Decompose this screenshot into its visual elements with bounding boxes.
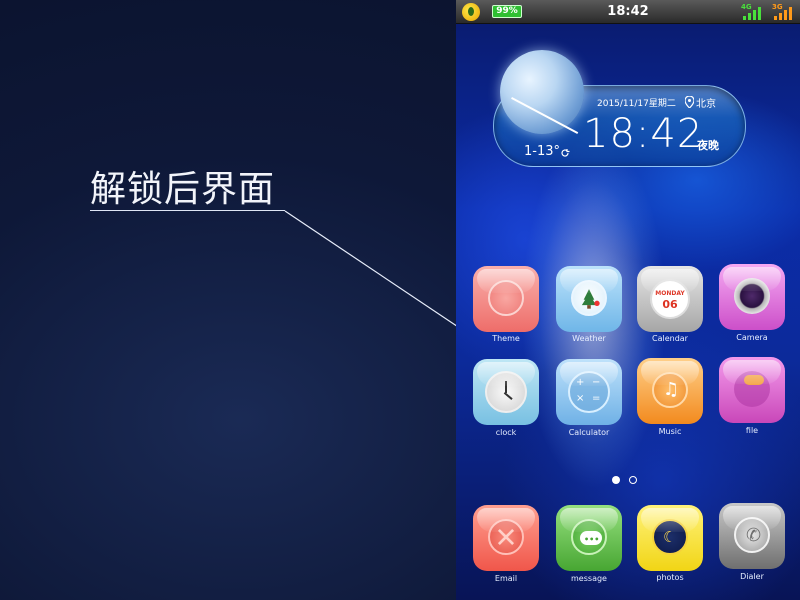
widget-date: 2015/11/17星期二 bbox=[597, 99, 676, 109]
camera-icon bbox=[734, 278, 770, 314]
app-label-calendar: Calendar bbox=[652, 334, 688, 343]
email-icon bbox=[488, 519, 524, 555]
calculator-app-icon[interactable]: + − × = bbox=[556, 359, 622, 425]
theme-app-icon[interactable] bbox=[473, 266, 539, 332]
weather-icon bbox=[571, 280, 607, 316]
photos-icon: ☾ bbox=[652, 519, 688, 555]
app-label-message: message bbox=[571, 574, 607, 583]
file-icon bbox=[734, 371, 770, 407]
file-app-icon[interactable] bbox=[719, 357, 785, 423]
app-label-calculator: Calculator bbox=[568, 428, 610, 437]
network-4g-label: 4G bbox=[741, 3, 752, 11]
widget-period: 夜晚 bbox=[697, 139, 719, 152]
status-bar: 99% 18:42 4G 3G bbox=[456, 0, 800, 24]
email-app-icon[interactable] bbox=[473, 505, 539, 571]
calendar-day: 06 bbox=[662, 298, 678, 311]
signal-3g-icon: 3G bbox=[772, 3, 796, 21]
app-label-camera: Camera bbox=[736, 333, 768, 342]
location-pin-icon bbox=[685, 96, 694, 108]
calendar-app-icon[interactable]: MONDAY 06 bbox=[637, 266, 703, 332]
page-indicator-1[interactable] bbox=[612, 476, 620, 484]
dialer-app-icon[interactable]: ✆ bbox=[719, 503, 785, 569]
annotation-underline bbox=[90, 210, 285, 211]
music-app-icon[interactable]: ♫ bbox=[637, 358, 703, 424]
signal-4g-icon: 4G bbox=[741, 3, 765, 21]
photos-app-icon[interactable]: ☾ bbox=[637, 505, 703, 571]
app-label-theme: Theme bbox=[492, 334, 520, 343]
dialer-icon: ✆ bbox=[734, 517, 770, 553]
calendar-month: MONDAY bbox=[655, 290, 685, 297]
phone-screen: 99% 18:42 4G 3G 2015/11/17星期二 北京 18:42 夜… bbox=[456, 0, 800, 600]
widget-time: 18:42 bbox=[583, 111, 704, 157]
refresh-icon[interactable] bbox=[560, 148, 570, 158]
app-label-dialer: Dialer bbox=[740, 572, 764, 581]
camera-app-icon[interactable] bbox=[719, 264, 785, 330]
app-label-file: file bbox=[745, 426, 759, 435]
page-indicator-2[interactable] bbox=[629, 476, 637, 484]
moon-icon bbox=[500, 50, 584, 134]
theme-icon bbox=[488, 280, 524, 316]
music-icon: ♫ bbox=[652, 372, 688, 408]
widget-city: 北京 bbox=[696, 99, 716, 110]
app-label-email: Email bbox=[494, 574, 518, 583]
app-label-weather: Weather bbox=[572, 334, 606, 343]
app-label-clock: clock bbox=[495, 428, 517, 437]
weather-app-icon[interactable] bbox=[556, 266, 622, 332]
message-icon: ••• bbox=[571, 519, 607, 555]
clock-icon bbox=[485, 371, 527, 413]
annotation-label: 解锁后界面 bbox=[90, 169, 276, 210]
widget-temperature: 1-13° bbox=[524, 144, 561, 159]
network-3g-label: 3G bbox=[772, 3, 783, 11]
app-label-photos: photos bbox=[656, 573, 684, 582]
message-app-icon[interactable]: ••• bbox=[556, 505, 622, 571]
calendar-icon: MONDAY 06 bbox=[650, 279, 690, 319]
clock-app-icon[interactable] bbox=[473, 359, 539, 425]
calculator-icon: + − × = bbox=[568, 371, 610, 413]
app-label-music: Music bbox=[658, 427, 682, 436]
